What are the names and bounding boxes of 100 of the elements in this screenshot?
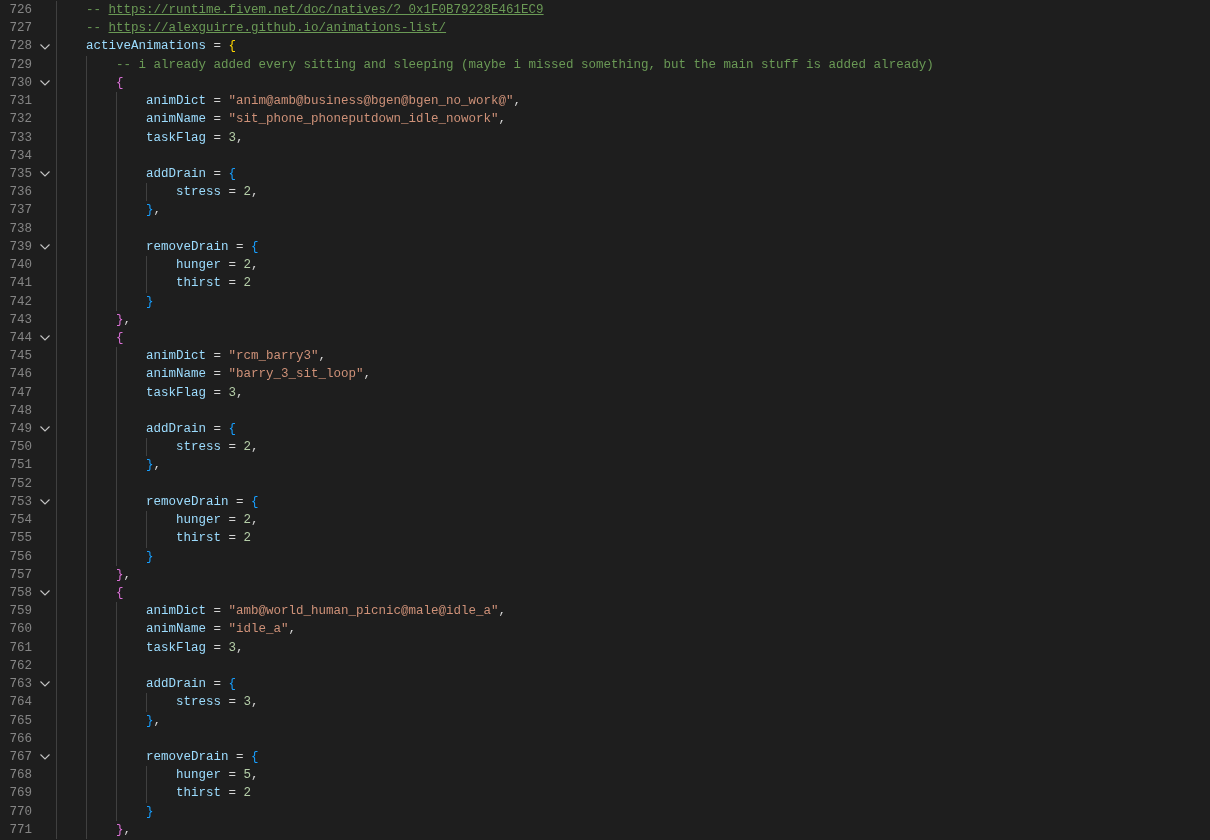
line-number: 744 [8,329,32,347]
brace: { [228,165,237,183]
brace: { [228,676,237,694]
property-name: addDrain [146,676,206,694]
line-number: 756 [8,548,32,566]
brace: } [146,712,154,730]
line-number: 730 [8,74,32,92]
operator: = [227,184,238,202]
line-number: 751 [8,457,32,475]
line-number: 764 [8,694,32,712]
line-number: 768 [8,767,32,785]
property-name: removeDrain [146,493,229,511]
line-number: 763 [8,676,32,694]
property-name: removeDrain [146,238,229,256]
line-number: 769 [8,785,32,803]
line-number: 727 [8,20,32,38]
operator: = [227,257,238,275]
operator: , [498,111,507,129]
brace: } [146,457,154,475]
line-number: 733 [8,129,32,147]
brace: { [116,585,124,602]
operator: = [212,621,223,639]
brace: } [146,293,154,311]
operator: = [227,694,238,712]
string-literal: "idle_a" [228,621,289,639]
line-number: 766 [8,730,32,748]
property-name: addDrain [146,421,206,439]
link[interactable]: https://runtime.fivem.net/doc/natives/?_0x1F0B79228E461EC9 [108,1,544,20]
chevron-down-icon[interactable] [40,426,50,433]
line-number: 767 [8,748,32,766]
brace: { [251,238,259,256]
line-number: 761 [8,639,32,657]
line-number: 741 [8,275,32,293]
brace: } [146,803,154,821]
chevron-down-icon[interactable] [40,243,50,250]
chevron-down-icon[interactable] [40,43,50,50]
line-number: 755 [8,530,32,548]
brace: { [251,748,259,766]
line-number: 747 [8,384,32,402]
line-number: 729 [8,56,32,74]
chevron-down-icon[interactable] [40,80,50,86]
brace: { [228,421,237,439]
property-name: stress [176,439,221,457]
line-number: 734 [8,147,32,165]
brace: } [116,566,124,584]
operator: = [212,38,223,56]
chevron-down-icon[interactable] [40,754,50,761]
operator: , [363,366,372,384]
chevron-down-icon[interactable] [40,681,50,688]
property-name: addDrain [146,165,206,183]
operator: , [153,457,162,475]
property-name: animDict [146,348,206,366]
operator: , [251,512,259,530]
string-literal: "sit_phone_phoneputdown_idle_nowork" [228,111,499,129]
property-name: hunger [176,257,221,275]
property-name: animName [146,111,206,129]
link[interactable]: https://alexguirre.github.io/animations-list/ [108,19,447,38]
operator: = [212,165,223,183]
operator: = [212,421,223,439]
line-number: 728 [8,38,32,56]
brace: { [251,493,259,511]
operator: , [251,184,259,202]
operator: = [212,639,223,657]
operator: = [212,93,223,111]
property-name: activeAnimations [86,38,207,56]
line-number: 762 [8,657,32,675]
number-literal: 2 [243,439,252,457]
brace: { [116,74,124,92]
operator: = [212,111,223,129]
line-number: 760 [8,621,32,639]
number-literal: 2 [243,184,252,202]
operator: , [236,384,244,402]
operator: , [251,439,259,457]
operator: , [318,348,327,366]
operator: = [212,676,223,694]
line-number: 757 [8,566,32,584]
number-literal: 5 [243,767,252,785]
chevron-down-icon[interactable] [40,590,50,597]
operator: , [236,129,244,147]
operator: = [212,348,223,366]
number-literal: 3 [228,639,237,657]
property-name: animName [146,366,206,384]
operator: = [227,767,238,785]
chevron-down-icon[interactable] [40,171,50,178]
line-number: 748 [8,402,32,420]
chevron-down-icon[interactable] [40,499,50,505]
line-number: 759 [8,603,32,621]
operator: , [513,93,522,111]
operator: = [227,512,238,530]
property-name: animDict [146,603,206,621]
line-number: 726 [8,2,32,19]
chevron-down-icon[interactable] [40,335,50,342]
line-number: 771 [8,821,32,839]
line-number: 752 [8,475,32,493]
operator: , [498,603,507,621]
brace: { [228,38,237,56]
property-name: stress [176,694,221,712]
number-literal: 3 [243,694,252,712]
operator: = [227,530,238,548]
line-number: 753 [8,493,32,511]
